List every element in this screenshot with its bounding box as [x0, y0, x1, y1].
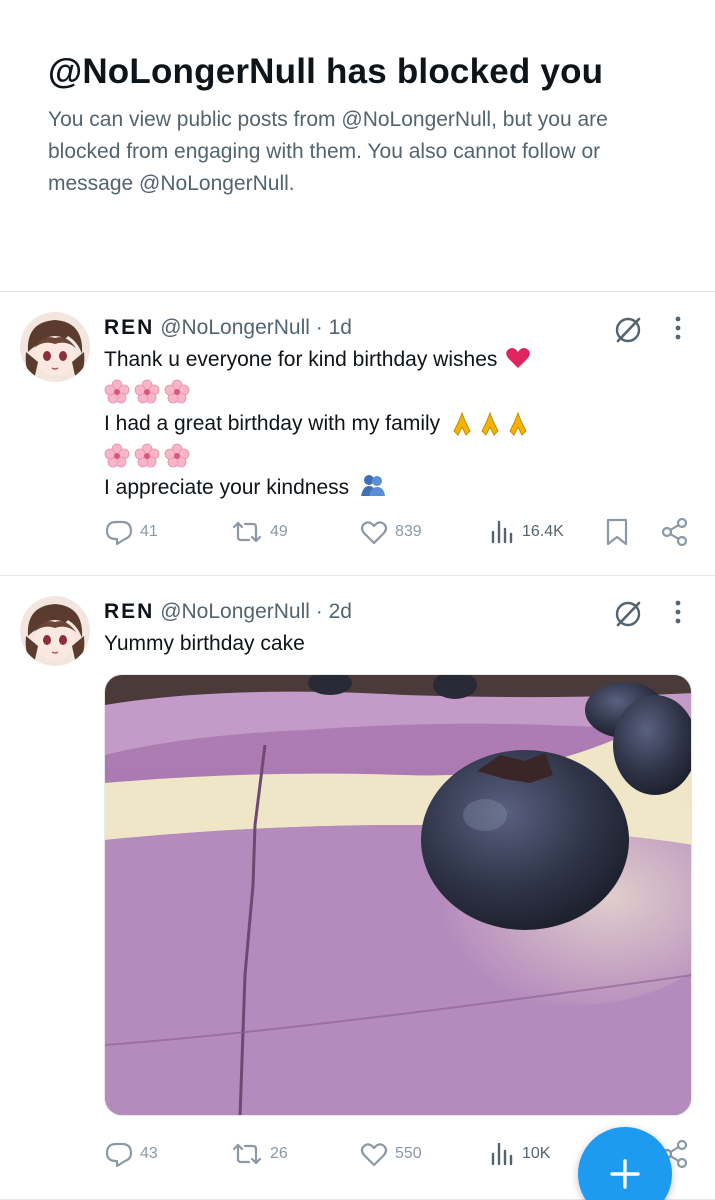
reply-icon	[105, 520, 133, 546]
like-icon	[360, 1143, 388, 1167]
views-icon	[491, 1142, 513, 1166]
post-time[interactable]: 2d	[329, 600, 352, 623]
people-hugging-emoji	[360, 475, 385, 496]
grok-icon[interactable]	[612, 314, 644, 346]
post-actions: 41 49 839 16.4K	[104, 516, 695, 548]
folded-hands-emoji	[509, 412, 527, 437]
like-count: 839	[395, 523, 422, 540]
blocked-description: You can view public posts from @NoLonger…	[48, 108, 608, 195]
reply-count: 41	[140, 523, 158, 540]
cherry-blossom-emoji	[104, 380, 130, 404]
post-text: Yummy birthday cake	[104, 628, 694, 660]
post-line: Yummy birthday cake	[104, 632, 305, 655]
repost-count: 49	[270, 523, 288, 540]
views-icon	[491, 520, 513, 544]
repost-count: 26	[270, 1145, 288, 1162]
like-icon	[360, 521, 388, 545]
cherry-blossom-emoji-row	[104, 440, 694, 472]
post-time[interactable]: 1d	[329, 316, 352, 339]
more-icon[interactable]	[666, 312, 690, 344]
cherry-blossom-emoji	[134, 444, 160, 468]
repost-icon	[232, 521, 262, 543]
share-button[interactable]	[660, 517, 690, 547]
post-line: I had a great birthday with my family	[104, 412, 441, 435]
views-button[interactable]: 16.4K	[488, 518, 564, 546]
cherry-blossom-emoji	[134, 380, 160, 404]
author-handle[interactable]: @NoLongerNull	[160, 316, 310, 339]
post-header: REN @NoLongerNull · 2d	[104, 598, 352, 626]
cherry-blossom-emoji	[104, 444, 130, 468]
post-header: REN @NoLongerNull · 1d	[104, 314, 352, 342]
blocked-banner: @NoLongerNull has blocked you You can vi…	[0, 0, 715, 292]
views-button[interactable]: 10K	[488, 1140, 550, 1168]
cherry-blossom-emoji	[164, 380, 190, 404]
reply-count: 43	[140, 1145, 158, 1162]
blocked-title: @NoLongerNull has blocked you	[48, 52, 604, 91]
cherry-blossom-emoji	[164, 444, 190, 468]
views-count: 16.4K	[522, 523, 564, 540]
reply-icon	[105, 1142, 133, 1168]
post-line: Thank u everyone for kind birthday wishe…	[104, 348, 498, 371]
avatar[interactable]	[20, 596, 90, 666]
separator-dot: ·	[315, 316, 323, 339]
bookmark-button[interactable]	[604, 517, 630, 547]
post-text: Thank u everyone for kind birthday wishe…	[104, 344, 694, 504]
compose-plus-icon	[610, 1159, 640, 1189]
post-image-cake[interactable]	[104, 674, 692, 1116]
author-name[interactable]: REN	[104, 316, 154, 339]
views-count: 10K	[522, 1145, 551, 1162]
author-handle[interactable]: @NoLongerNull	[160, 600, 310, 623]
post[interactable]: REN @NoLongerNull · 2d Yummy birthday ca…	[0, 576, 715, 1200]
share-icon	[661, 517, 688, 547]
repost-icon	[232, 1143, 262, 1165]
cherry-blossom-emoji-row	[104, 376, 694, 408]
like-button[interactable]: 550	[359, 1139, 422, 1169]
like-count: 550	[395, 1145, 422, 1162]
folded-hands-emoji	[453, 412, 471, 437]
reply-button[interactable]: 43	[104, 1139, 158, 1169]
reply-button[interactable]: 41	[104, 517, 158, 547]
more-icon[interactable]	[666, 596, 690, 628]
post-line: I appreciate your kindness	[104, 476, 350, 499]
repost-button[interactable]: 26	[230, 1139, 288, 1169]
author-name[interactable]: REN	[104, 600, 154, 623]
avatar[interactable]	[20, 312, 90, 382]
post[interactable]: REN @NoLongerNull · 1d Thank u everyone …	[0, 292, 715, 576]
grok-icon[interactable]	[612, 598, 644, 630]
repost-button[interactable]: 49	[230, 517, 288, 547]
folded-hands-emoji	[481, 412, 499, 437]
separator-dot: ·	[315, 600, 323, 623]
bookmark-icon	[606, 518, 628, 546]
red-heart-emoji	[506, 348, 530, 368]
like-button[interactable]: 839	[359, 517, 422, 547]
page: @NoLongerNull has blocked you You can vi…	[0, 0, 715, 1200]
